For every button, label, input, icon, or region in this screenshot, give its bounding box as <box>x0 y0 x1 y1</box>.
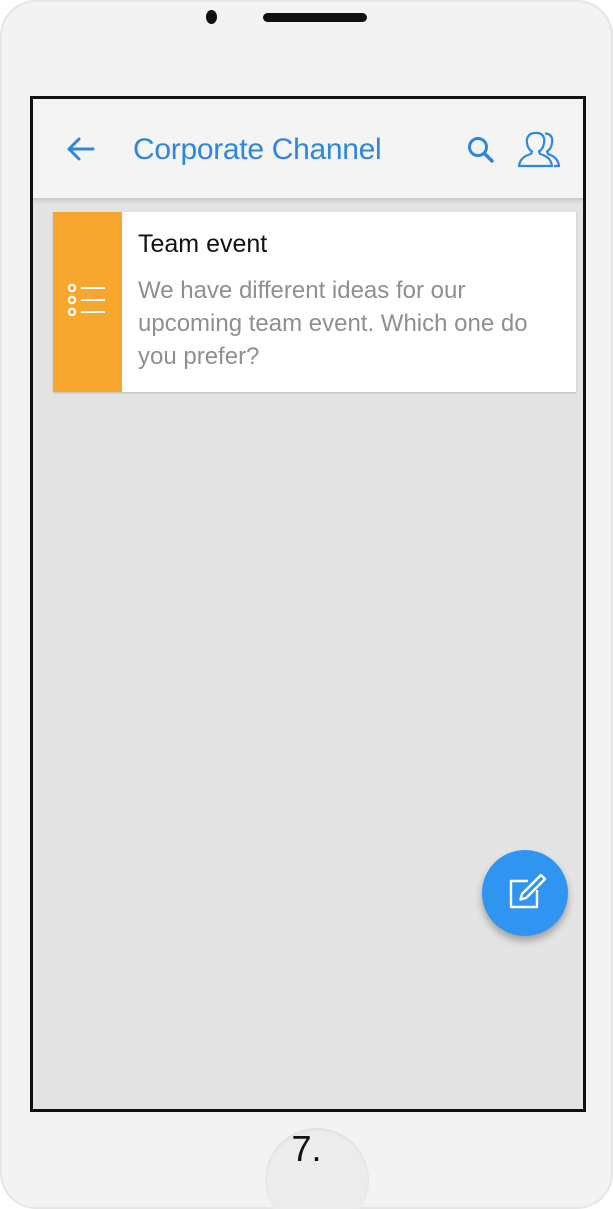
compose-icon <box>509 873 547 909</box>
members-button[interactable] <box>516 130 562 170</box>
app-bar: Corporate Channel <box>33 99 583 200</box>
compose-button[interactable] <box>482 850 568 936</box>
post-text: We have different ideas for our upcoming… <box>138 277 528 370</box>
post-title: Team event <box>138 230 268 258</box>
step-label: 7. <box>291 1128 322 1169</box>
search-icon <box>468 137 494 163</box>
arrow-left-icon <box>67 137 95 161</box>
post-type-strip <box>53 212 122 392</box>
members-icon <box>517 131 561 168</box>
list-icon <box>67 283 105 317</box>
search-button[interactable] <box>466 135 496 165</box>
post-card[interactable]: Team event We have different ideas for o… <box>53 212 576 392</box>
camera <box>206 10 217 24</box>
page-title: Corporate Channel <box>133 133 382 166</box>
speaker <box>263 13 367 22</box>
screen: Corporate Channel Team event We have dif… <box>30 96 586 1112</box>
back-button[interactable] <box>65 135 97 163</box>
phone-frame: Corporate Channel Team event We have dif… <box>0 0 613 1209</box>
